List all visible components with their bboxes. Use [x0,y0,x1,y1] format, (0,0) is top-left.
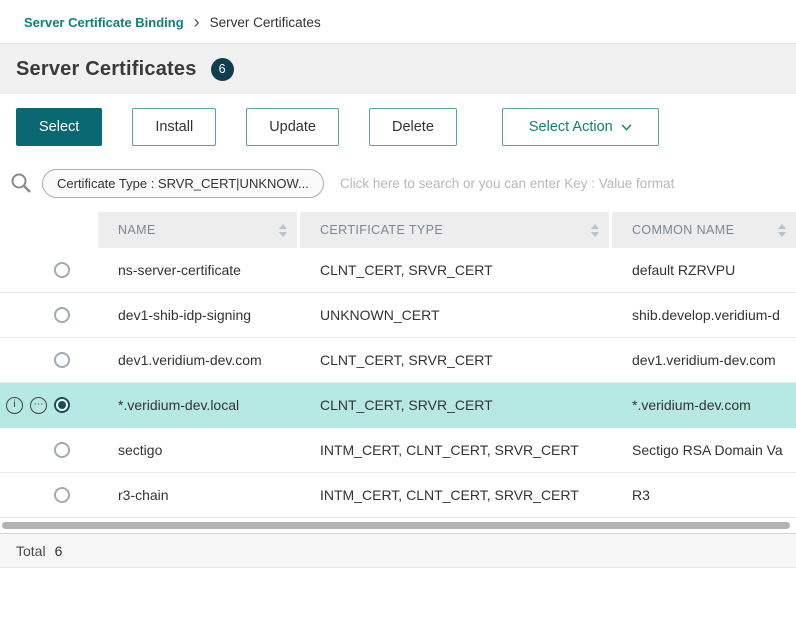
table-body: i ⋯ ns-server-certificate CLNT_CERT, SRV… [0,248,796,518]
cell-name: r3-chain [98,487,300,503]
table-row[interactable]: i ⋯ dev1-shib-idp-signing UNKNOWN_CERT s… [0,293,796,338]
row-radio[interactable] [54,487,70,503]
cell-common-name: shib.develop.veridium-d [612,307,796,323]
cell-common-name: default RZRVPU [612,262,796,278]
scrollbar-thumb[interactable] [2,522,790,529]
cell-certificate-type: CLNT_CERT, SRVR_CERT [300,352,612,368]
sort-up-icon [778,224,786,229]
toolbar: Select Install Update Delete Select Acti… [0,94,796,160]
update-button[interactable]: Update [246,108,339,146]
cell-common-name: R3 [612,487,796,503]
total-value: 6 [55,543,63,559]
server-certificates-page: Server Certificate Binding › Server Cert… [0,0,796,568]
row-radio[interactable] [54,442,70,458]
sort-up-icon [279,224,287,229]
search-bar: Certificate Type : SRVR_CERT|UNKNOW... C… [0,160,796,206]
delete-button[interactable]: Delete [369,108,457,146]
breadcrumb-current: Server Certificates [210,15,321,30]
column-header-name[interactable]: NAME [98,212,297,248]
total-label: Total [16,543,46,559]
cell-name: *.veridium-dev.local [98,397,300,413]
breadcrumb-link-server-certificate-binding[interactable]: Server Certificate Binding [24,15,184,30]
filter-chip-certificate-type[interactable]: Certificate Type : SRVR_CERT|UNKNOW... [42,169,324,198]
row-select-cell: i ⋯ [0,262,98,279]
cell-common-name: Sectigo RSA Domain Va [612,442,796,458]
sort-down-icon [778,232,786,237]
info-icon[interactable]: i [6,397,23,414]
select-action-label: Select Action [529,119,613,135]
table-row[interactable]: i ⋯ dev1.veridium-dev.com CLNT_CERT, SRV… [0,338,796,383]
row-select-cell: i ⋯ [0,307,98,324]
sort-icons [778,224,786,237]
cell-common-name: dev1.veridium-dev.com [612,352,796,368]
sort-down-icon [591,232,599,237]
column-header-name-label: NAME [118,223,156,237]
cell-certificate-type: CLNT_CERT, SRVR_CERT [300,397,612,413]
row-radio[interactable] [54,262,70,278]
search-icon [10,172,32,194]
more-actions-icon[interactable]: ⋯ [30,397,47,414]
select-action-dropdown[interactable]: Select Action [502,108,659,146]
row-actions: i ⋯ [6,397,47,414]
row-select-cell: i ⋯ [0,352,98,369]
column-header-common-name[interactable]: COMMON NAME [612,212,796,248]
search-input[interactable]: Click here to search or you can enter Ke… [340,176,780,191]
row-radio[interactable] [54,397,70,413]
cell-name: dev1-shib-idp-signing [98,307,300,323]
row-radio[interactable] [54,307,70,323]
column-header-select [0,212,98,248]
row-radio[interactable] [54,352,70,368]
sort-icons [279,224,287,237]
column-header-certificate-type-label: CERTIFICATE TYPE [320,223,443,237]
table-row[interactable]: i ⋯ sectigo INTM_CERT, CLNT_CERT, SRVR_C… [0,428,796,473]
cell-name: dev1.veridium-dev.com [98,352,300,368]
table-footer: Total 6 [0,533,796,568]
select-button[interactable]: Select [16,108,102,146]
cell-certificate-type: CLNT_CERT, SRVR_CERT [300,262,612,278]
install-button[interactable]: Install [132,108,216,146]
cell-certificate-type: INTM_CERT, CLNT_CERT, SRVR_CERT [300,442,612,458]
table-header-row: NAME CERTIFICATE TYPE COMMON NAME [0,212,796,248]
cell-common-name: *.veridium-dev.com [612,397,796,413]
server-certificates-table: NAME CERTIFICATE TYPE COMMON NAME i ⋯ ns… [0,212,796,518]
title-bar: Server Certificates 6 [0,44,796,94]
sort-down-icon [279,232,287,237]
column-header-certificate-type[interactable]: CERTIFICATE TYPE [300,212,609,248]
row-select-cell: i ⋯ [0,397,98,414]
table-row[interactable]: i ⋯ r3-chain INTM_CERT, CLNT_CERT, SRVR_… [0,473,796,518]
sort-icons [591,224,599,237]
table-row[interactable]: i ⋯ ns-server-certificate CLNT_CERT, SRV… [0,248,796,293]
breadcrumb: Server Certificate Binding › Server Cert… [0,0,796,44]
chevron-down-icon [621,124,632,131]
row-select-cell: i ⋯ [0,487,98,504]
breadcrumb-separator-icon: › [194,13,200,31]
sort-up-icon [591,224,599,229]
table-row[interactable]: i ⋯ *.veridium-dev.local CLNT_CERT, SRVR… [0,383,796,428]
cell-certificate-type: UNKNOWN_CERT [300,307,612,323]
column-header-common-name-label: COMMON NAME [632,223,734,237]
page-title: Server Certificates [16,58,197,81]
cell-name: ns-server-certificate [98,262,300,278]
count-badge: 6 [211,58,234,81]
row-select-cell: i ⋯ [0,442,98,459]
horizontal-scrollbar[interactable] [0,521,796,530]
cell-certificate-type: INTM_CERT, CLNT_CERT, SRVR_CERT [300,487,612,503]
cell-name: sectigo [98,442,300,458]
